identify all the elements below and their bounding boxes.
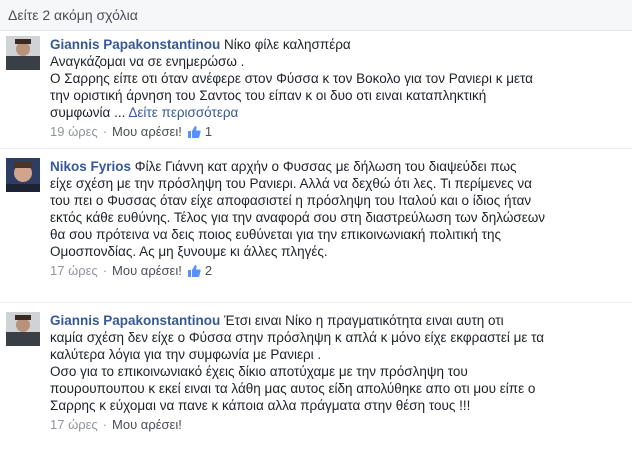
comment-line: είχε σχέση με την πρόσληψη του Ρανιερι. …: [50, 176, 532, 191]
comment-text: Nikos Fyrios Φίλε Γιάννη κατ αρχήν ο Φυσ…: [50, 159, 517, 174]
comment-line: καλύτερα λόγια για την συμφωνία με Ρανιε…: [50, 347, 322, 362]
comment-line: εκτός κάθε ευθύνης. Τέλος για την αναφορ…: [50, 210, 546, 225]
like-thumb-icon[interactable]: 1: [186, 123, 212, 140]
comment-line: καμία σχέση δεν είχε ο Φύσσα στην πρόσλη…: [50, 330, 545, 345]
see-more-link[interactable]: Δείτε περισσότερα: [128, 105, 238, 120]
comment-line: Ομοσπονδίας. Ας μη ξυνουμε κι άλλες πληγ…: [50, 244, 328, 259]
comment-actions: 17 ώρες · Μου αρέσει! 2: [50, 262, 213, 279]
comment-text: Giannis Papakonstantinou Νίκο φίλε καλησ…: [50, 37, 351, 52]
like-button[interactable]: Μου αρέσει!: [112, 416, 182, 433]
like-button[interactable]: Μου αρέσει!: [112, 123, 182, 140]
more-comments-link[interactable]: Δείτε 2 ακόμη σχόλια: [8, 7, 138, 23]
comment-line: Ο Σαρρης είπε οτι όταν ανέφερε στον Φύσσ…: [50, 71, 533, 86]
author-name[interactable]: Nikos Fyrios: [50, 159, 131, 174]
more-comments-bar: Δείτε 2 ακόμη σχόλια: [0, 0, 632, 31]
comment-line: Οσο για το επικοινωνιακό έχεις δίκιο απο…: [50, 364, 468, 379]
like-thumb-icon[interactable]: 2: [186, 262, 212, 279]
timestamp[interactable]: 17 ώρες: [50, 262, 98, 279]
like-button[interactable]: Μου αρέσει!: [112, 262, 182, 279]
comment-line: θα σου πρότεινα να δεις ποιος ευθύνεται …: [50, 227, 501, 242]
avatar[interactable]: [6, 158, 40, 192]
like-count: 2: [204, 263, 213, 278]
comment-actions: 19 ώρες · Μου αρέσει! 1: [50, 123, 213, 140]
comment-line: του πει ο Φυσσας όταν είχε αποφασιστεί η…: [50, 193, 532, 208]
timestamp[interactable]: 17 ώρες: [50, 416, 98, 433]
like-count: 1: [204, 124, 213, 139]
avatar[interactable]: [6, 36, 40, 70]
timestamp[interactable]: 19 ώρες: [50, 123, 98, 140]
comment-text: Giannis Papakonstantinou Έτσι ειναι Νίκο…: [50, 313, 504, 328]
comment-actions: 17 ώρες · Μου αρέσει!: [50, 416, 182, 433]
comment-line: Σαρρης κ εύχομαι να πανε κ κάποια αλλα π…: [50, 398, 471, 413]
comment-line: πουρουπουπου κ εκεί ειναι τα λάθη μας αυ…: [50, 381, 536, 396]
comment-line: συμφωνία ... Δείτε περισσότερα: [50, 105, 239, 120]
divider: [0, 302, 632, 303]
divider: [0, 148, 632, 149]
author-name[interactable]: Giannis Papakonstantinou: [50, 313, 220, 328]
comment-line: Αναγκάζομαι να σε ενημερώσω .: [50, 54, 245, 69]
avatar[interactable]: [6, 312, 40, 346]
comment-line: την οριστική άρνηση του Σαντος του είπαν…: [50, 88, 487, 103]
author-name[interactable]: Giannis Papakonstantinou: [50, 37, 220, 52]
